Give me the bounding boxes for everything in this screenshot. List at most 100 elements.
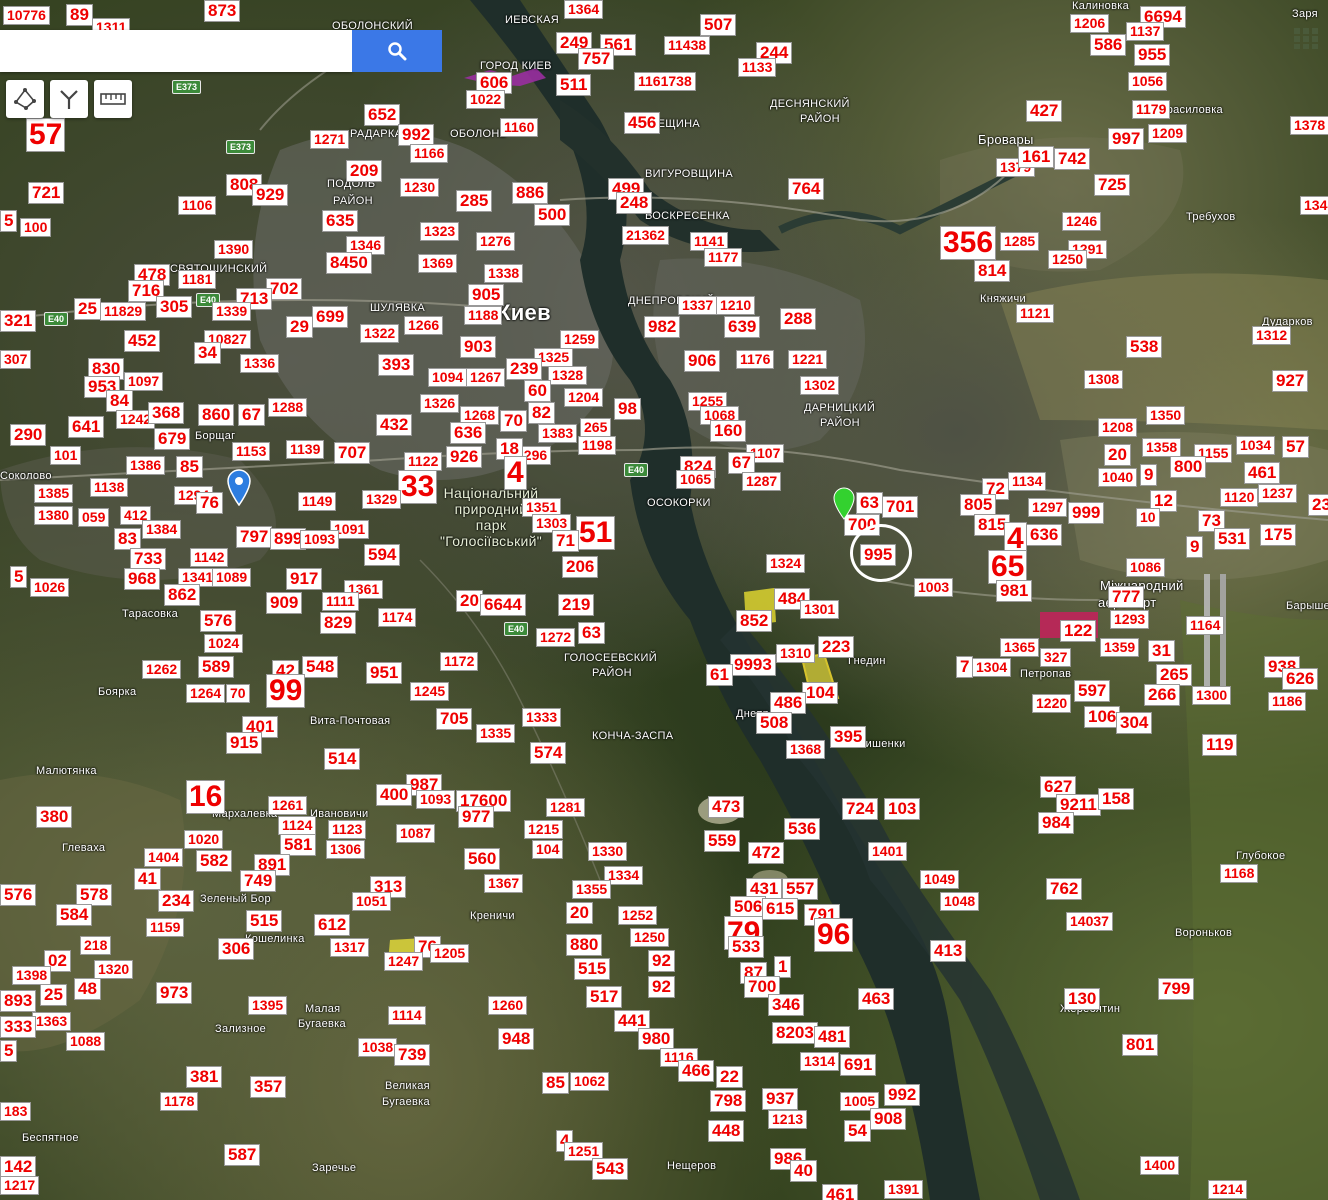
parcel-marker[interactable]: 1221 [788, 350, 828, 369]
parcel-marker[interactable]: 1093 [300, 530, 340, 549]
parcel-marker[interactable]: 992 [884, 1084, 921, 1106]
parcel-marker[interactable]: 533 [728, 936, 765, 958]
parcel-marker[interactable]: 288 [780, 308, 817, 330]
parcel-marker[interactable]: 463 [858, 988, 895, 1010]
parcel-marker[interactable]: 1264 [186, 684, 226, 703]
parcel-marker[interactable]: 531 [1214, 528, 1251, 550]
parcel-marker[interactable]: 103 [884, 798, 921, 820]
parcel-marker[interactable]: 104 [532, 840, 564, 859]
parcel-marker[interactable]: 926 [446, 446, 483, 468]
parcel-marker[interactable]: 8203 [772, 1022, 818, 1044]
parcel-marker[interactable]: 161 [1018, 146, 1055, 168]
parcel-marker[interactable]: 119 [1202, 734, 1238, 756]
parcel-marker[interactable]: 1287 [742, 472, 782, 491]
parcel-marker[interactable]: 33 [398, 470, 438, 504]
parcel-marker[interactable]: 427 [1026, 100, 1063, 122]
parcel-marker[interactable]: 29 [286, 316, 313, 338]
parcel-marker[interactable]: 21362 [622, 226, 669, 245]
parcel-marker[interactable]: 1320 [94, 960, 134, 979]
parcel-marker[interactable]: 1300 [1192, 686, 1232, 705]
parcel-marker[interactable]: 1350 [1146, 406, 1186, 425]
parcel-marker[interactable]: 1308 [1084, 370, 1124, 389]
parcel-marker[interactable]: 777 [1108, 586, 1145, 608]
parcel-marker[interactable]: 1329 [362, 490, 402, 509]
parcel-marker[interactable]: 1276 [476, 232, 516, 251]
parcel-marker[interactable]: 1172 [440, 652, 479, 671]
parcel-marker[interactable]: 560 [464, 848, 501, 870]
parcel-marker[interactable]: 9 [1140, 464, 1158, 486]
parcel-marker[interactable]: 701 [882, 496, 919, 518]
parcel-marker[interactable]: 400 [376, 784, 413, 806]
parcel-marker[interactable]: 357 [250, 1076, 287, 1098]
parcel-marker[interactable]: 1390 [214, 240, 254, 259]
parcel-marker[interactable]: 89 [66, 4, 93, 26]
parcel-marker[interactable]: 1022 [466, 90, 506, 109]
parcel-marker[interactable]: 1401 [868, 842, 908, 861]
parcel-marker[interactable]: 1159 [146, 918, 185, 937]
parcel-marker[interactable]: 707 [334, 442, 371, 464]
parcel-marker[interactable]: 395 [830, 726, 867, 748]
parcel-marker[interactable]: 1034 [1236, 436, 1276, 455]
parcel-marker[interactable]: 160 [710, 420, 747, 442]
parcel-marker[interactable]: 472 [748, 842, 785, 864]
parcel-marker[interactable]: 10 [1136, 508, 1160, 527]
parcel-marker[interactable]: 589 [198, 656, 235, 678]
parcel-marker[interactable]: 893 [0, 990, 37, 1012]
parcel-marker[interactable]: 368 [148, 402, 185, 424]
parcel-marker[interactable]: 636 [450, 422, 487, 444]
parcel-marker[interactable]: 1336 [240, 354, 280, 373]
parcel-marker[interactable]: 699 [312, 306, 349, 328]
parcel-marker[interactable]: 1049 [920, 870, 960, 889]
parcel-marker[interactable]: 67 [238, 404, 265, 426]
parcel-marker[interactable]: 306 [218, 938, 255, 960]
parcel-marker[interactable]: 1380 [34, 506, 74, 525]
parcel-marker[interactable]: 4 [504, 456, 527, 490]
parcel-marker[interactable]: 1174 [378, 608, 417, 627]
parcel-marker[interactable]: 742 [1054, 148, 1091, 170]
parcel-marker[interactable]: 1400 [1140, 1156, 1180, 1175]
parcel-marker[interactable]: 1088 [66, 1032, 106, 1051]
parcel-marker[interactable]: 1040 [1098, 468, 1138, 487]
parcel-marker[interactable]: 955 [1134, 44, 1171, 66]
parcel-marker[interactable]: 948 [498, 1028, 535, 1050]
parcel-marker[interactable]: 1281 [546, 798, 586, 817]
parcel-marker[interactable]: 70 [500, 410, 527, 432]
blue-location-pin-icon[interactable] [226, 468, 252, 506]
parcel-marker[interactable]: 1368 [786, 740, 826, 759]
parcel-marker[interactable]: 757 [578, 48, 615, 70]
parcel-marker[interactable]: 461 [822, 1184, 859, 1200]
parcel-marker[interactable]: 1188 [464, 306, 503, 325]
parcel-marker[interactable]: 543 [592, 1158, 629, 1180]
parcel-marker[interactable]: 175 [1260, 524, 1297, 546]
parcel-marker[interactable]: 1020 [184, 830, 224, 849]
parcel-marker[interactable]: 801 [1122, 1034, 1159, 1056]
parcel-marker[interactable]: 705 [436, 708, 473, 730]
parcel-marker[interactable]: 977 [458, 806, 495, 828]
parcel-marker[interactable]: 266 [1144, 684, 1181, 706]
parcel-marker[interactable]: 587 [224, 1144, 261, 1166]
parcel-marker[interactable]: 1 [774, 956, 792, 978]
parcel-marker[interactable]: 209 [346, 160, 383, 182]
parcel-marker[interactable]: 16 [186, 780, 226, 814]
parcel-marker[interactable]: 1230 [400, 178, 440, 197]
parcel-marker[interactable]: 9993 [730, 654, 776, 676]
parcel-marker[interactable]: 1304 [972, 658, 1012, 677]
parcel-marker[interactable]: 356 [940, 226, 997, 260]
parcel-marker[interactable]: 1338 [484, 264, 524, 283]
parcel-marker[interactable]: 1204 [564, 388, 604, 407]
parcel-marker[interactable]: 223 [818, 636, 855, 658]
parcel-marker[interactable]: 285 [456, 190, 493, 212]
parcel-marker[interactable]: 101 [50, 446, 82, 465]
parcel-marker[interactable]: 517 [586, 986, 623, 1008]
parcel-marker[interactable]: 968 [124, 568, 161, 590]
parcel-marker[interactable]: 1123 [328, 820, 367, 839]
parcel-marker[interactable]: 71 [552, 530, 579, 552]
parcel-marker[interactable]: 508 [756, 712, 793, 734]
parcel-marker[interactable]: 548 [302, 656, 339, 678]
parcel-marker[interactable]: 852 [736, 610, 773, 632]
parcel-marker[interactable]: 1335 [476, 724, 516, 743]
green-location-pin-icon[interactable] [832, 486, 856, 520]
parcel-marker[interactable]: 1365 [1000, 638, 1040, 657]
parcel-marker[interactable]: 1153 [232, 442, 271, 461]
parcel-marker[interactable]: 5 [0, 210, 18, 232]
